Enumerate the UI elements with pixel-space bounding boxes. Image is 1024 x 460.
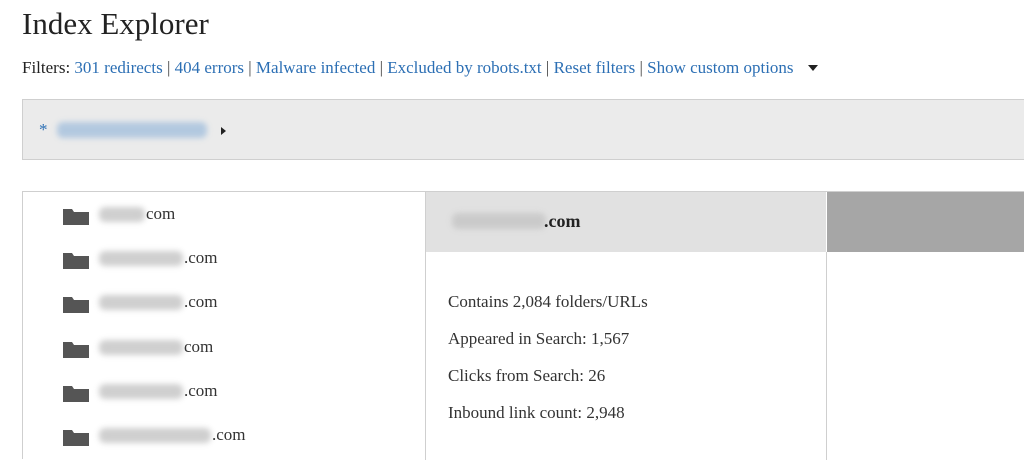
folder-tree: com .com .com com .com .com: [23, 192, 426, 460]
tree-item-label: .com: [184, 381, 218, 400]
folder-icon: [63, 386, 89, 402]
show-custom-options-link[interactable]: Show custom options: [647, 58, 793, 77]
detail-header: .com: [426, 192, 826, 252]
filter-separator: |: [248, 58, 252, 77]
folder-icon: [63, 209, 89, 225]
explorer-panel: com .com .com com .com .com .com Contain…: [22, 191, 1024, 460]
folder-icon: [63, 253, 89, 269]
stat-contains: Contains 2,084 folders/URLs: [448, 292, 648, 311]
folder-icon: [63, 430, 89, 446]
redacted-domain: [99, 295, 183, 310]
breadcrumb-prefix: *: [39, 120, 48, 139]
tree-item-label: .com: [212, 425, 246, 444]
filter-separator: |: [166, 58, 171, 77]
folder-icon: [63, 342, 89, 358]
reset-filters-link[interactable]: Reset filters: [554, 58, 636, 77]
tree-item-label: com: [184, 337, 214, 356]
stat-clicks-from-search: Clicks from Search: 26: [448, 366, 606, 385]
filters-label: Filters:: [22, 58, 71, 77]
stat-appeared-in-search: Appeared in Search: 1,567: [448, 329, 630, 348]
tree-item-label: .com: [184, 292, 218, 311]
redacted-domain: [99, 340, 183, 355]
filter-301-redirects-link[interactable]: 301 redirects: [74, 58, 162, 77]
breadcrumb: *: [22, 99, 1024, 160]
filter-separator: |: [545, 58, 550, 77]
tree-item-label: com: [146, 204, 176, 223]
redacted-domain: [99, 251, 183, 266]
filters-bar: Filters: 301 redirects | 404 errors | Ma…: [22, 58, 818, 78]
redacted-domain: [99, 428, 211, 443]
redacted-domain: [99, 384, 183, 399]
page-title: Index Explorer: [22, 6, 209, 41]
filter-separator: |: [379, 58, 383, 77]
caret-down-icon[interactable]: [807, 65, 818, 72]
redacted-domain: [452, 213, 546, 229]
filter-separator: |: [639, 58, 643, 77]
redacted-domain: [99, 207, 145, 222]
detail-title: .com: [544, 211, 581, 231]
filter-malware-infected-link[interactable]: Malware infected: [256, 58, 375, 77]
filter-404-errors-link[interactable]: 404 errors: [175, 58, 244, 77]
next-column-header: [827, 192, 1024, 252]
folder-icon: [63, 297, 89, 313]
stat-inbound-link-count: Inbound link count: 2,948: [448, 403, 625, 422]
breadcrumb-redacted-domain[interactable]: [57, 122, 207, 138]
caret-right-icon[interactable]: [221, 127, 226, 135]
detail-stats: Contains 2,084 folders/URLs Appeared in …: [426, 252, 827, 460]
filter-excluded-robots-link[interactable]: Excluded by robots.txt: [387, 58, 541, 77]
tree-item-label: .com: [184, 248, 218, 267]
